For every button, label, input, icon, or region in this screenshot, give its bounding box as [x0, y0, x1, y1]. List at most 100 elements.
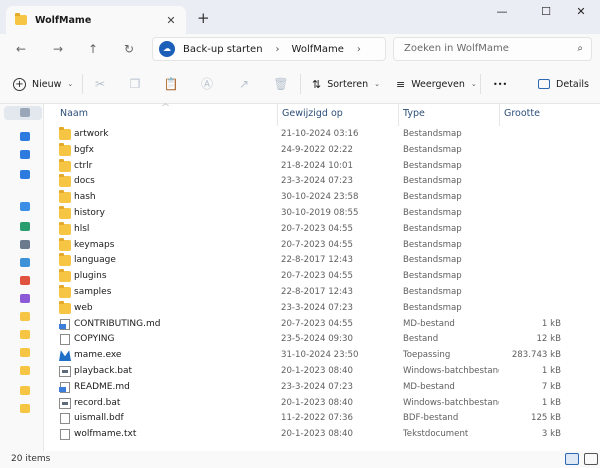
pictures-icon [20, 258, 30, 267]
column-divider[interactable] [499, 104, 500, 126]
nav-item-cloud-3[interactable] [4, 168, 42, 182]
file-row[interactable]: COPYING 23-5-2024 09:30 Bestand 12 kB [44, 332, 600, 348]
new-button[interactable]: + Nieuw ⌄ [13, 76, 73, 92]
forward-button[interactable]: → [49, 40, 67, 58]
file-row[interactable]: uismall.bdf 11-2-2022 07:36 BDF-bestand 125… [44, 411, 600, 427]
title-bar: WolfMame ✕ + — ☐ ✕ [0, 0, 600, 34]
search-input[interactable]: Zoeken in WolfMame ⌕ [393, 37, 592, 61]
column-header-size[interactable]: Grootte [504, 108, 540, 119]
file-modified: 22-8-2017 12:43 [281, 287, 353, 297]
file-row[interactable]: ctrlr 21-8-2024 10:01 Bestandsmap [44, 158, 600, 175]
file-row[interactable]: samples 22-8-2017 12:43 Bestandsmap [44, 285, 600, 301]
folder-icon [20, 366, 30, 375]
details-view-icon[interactable] [565, 453, 579, 465]
file-name: mame.exe [74, 350, 122, 361]
file-name: keymaps [74, 239, 115, 250]
minimize-button[interactable]: — [487, 5, 517, 21]
close-tab-icon[interactable]: ✕ [162, 14, 180, 27]
file-row[interactable]: plugins 20-7-2023 04:55 Bestandsmap [44, 269, 600, 285]
close-window-button[interactable]: ✕ [566, 5, 596, 21]
file-row[interactable]: hlsl 20-7-2023 04:55 Bestandsmap [44, 221, 600, 238]
file-modified: 30-10-2024 23:58 [281, 192, 359, 203]
address-bar[interactable]: ☁ Back-up starten › WolfMame › [152, 37, 386, 61]
file-size: 283.743 kB [511, 350, 561, 361]
nav-item-folder-4[interactable] [4, 364, 42, 378]
nav-item-folder-2[interactable] [4, 328, 42, 342]
column-header-type[interactable]: Type [403, 108, 425, 119]
large-icons-view-icon[interactable] [584, 453, 598, 465]
new-label: Nieuw [32, 78, 62, 90]
file-row[interactable]: wolfmame.txt 20-1-2023 08:40 Tekstdocument… [44, 427, 600, 443]
maximize-button[interactable]: ☐ [531, 5, 561, 21]
breadcrumb-backup[interactable]: Back-up starten [183, 44, 263, 55]
column-divider[interactable] [277, 104, 278, 126]
nav-item-folder-1[interactable] [4, 310, 42, 324]
file-row[interactable]: keymaps 20-7-2023 04:55 Bestandsmap [44, 237, 600, 254]
paste-icon[interactable]: 📋 [163, 76, 179, 92]
delete-icon[interactable]: 🗑 [273, 76, 289, 92]
tab-wolfmame[interactable]: WolfMame ✕ [6, 6, 186, 34]
chevron-right-icon[interactable]: › [357, 44, 361, 55]
column-divider[interactable] [398, 104, 399, 126]
file-type: Bestandsmap [403, 239, 462, 250]
doc-icon [60, 334, 70, 346]
file-modified: 21-10-2024 03:16 [281, 129, 359, 139]
file-size: 1 kB [541, 397, 561, 408]
file-row[interactable]: mame.exe 31-10-2024 23:50 Toepassing 283.74… [44, 348, 600, 364]
copy-icon[interactable]: ❐ [127, 76, 143, 92]
file-row[interactable]: history 30-10-2019 08:55 Bestandsmap [44, 206, 600, 222]
file-type: Bestandsmap [403, 208, 462, 218]
file-type: Bestandsmap [403, 144, 462, 155]
nav-item-home[interactable] [4, 106, 42, 120]
divider [300, 74, 301, 94]
nav-item-folder-5[interactable] [4, 384, 42, 398]
nav-item-desktop[interactable] [4, 200, 42, 214]
folder-icon [59, 237, 71, 251]
sort-button[interactable]: ⇅ Sorteren ⌄ [312, 76, 380, 92]
document-icon [20, 240, 30, 249]
file-row[interactable]: artwork 21-10-2024 03:16 Bestandsmap [44, 127, 600, 143]
cut-icon[interactable]: ✂ [92, 76, 108, 92]
file-row[interactable]: record.bat 20-1-2023 08:40 Windows-batchbe… [44, 396, 600, 412]
breadcrumb-wolfmame[interactable]: WolfMame [292, 44, 344, 55]
rename-icon[interactable]: Ⓐ [199, 76, 215, 92]
backup-cloud-icon: ☁ [159, 41, 175, 57]
file-name: playback.bat [74, 366, 133, 376]
nav-item-documents[interactable] [4, 238, 42, 252]
file-row[interactable]: web 23-3-2024 07:23 Bestandsmap [44, 300, 600, 317]
column-header-name[interactable]: Naam [60, 108, 88, 119]
file-row[interactable]: hash 30-10-2024 23:58 Bestandsmap [44, 190, 600, 206]
file-type: Bestandsmap [403, 192, 462, 203]
more-options-button[interactable]: ••• [493, 76, 507, 92]
nav-item-cloud-1[interactable] [4, 130, 42, 144]
file-type: Bestandsmap [403, 271, 462, 282]
file-size: 7 kB [541, 381, 561, 392]
nav-item-folder-6[interactable] [4, 402, 42, 416]
nav-item-pictures[interactable] [4, 256, 42, 270]
bat-icon [59, 397, 71, 409]
file-row[interactable]: docs 23-3-2024 07:23 Bestandsmap [44, 174, 600, 190]
file-row[interactable]: bgfx 24-9-2022 02:22 Bestandsmap [44, 142, 600, 159]
new-tab-button[interactable]: + [197, 9, 210, 27]
chevron-right-icon[interactable]: › [276, 44, 280, 55]
folder-icon [20, 348, 30, 357]
nav-item-cloud-2[interactable] [4, 148, 42, 162]
file-row[interactable]: CONTRIBUTING.md 20-7-2023 04:55 MD-bestand… [44, 317, 600, 333]
refresh-button[interactable]: ↻ [120, 40, 138, 58]
column-header-modified[interactable]: Gewijzigd op [282, 108, 343, 119]
up-button[interactable]: ↑ [84, 40, 102, 58]
folder-icon [59, 158, 71, 172]
back-button[interactable]: ← [12, 40, 30, 58]
plus-circle-icon: + [13, 77, 26, 91]
details-button[interactable]: Details [538, 76, 589, 92]
nav-item-downloads[interactable] [4, 220, 42, 234]
nav-item-music[interactable] [4, 274, 42, 288]
file-row[interactable]: playback.bat 20-1-2023 08:40 Windows-batch… [44, 364, 600, 380]
nav-item-videos[interactable] [4, 292, 42, 306]
share-icon[interactable]: ↗ [236, 76, 252, 92]
file-row[interactable]: language 22-8-2017 12:43 Bestandsmap [44, 253, 600, 269]
nav-item-folder-3[interactable] [4, 346, 42, 360]
view-button[interactable]: ≡ Weergeven ⌄ [396, 76, 477, 92]
view-icon: ≡ [396, 77, 406, 91]
file-row[interactable]: README.md 23-3-2024 07:23 MD-bestand 7 kB [44, 380, 600, 396]
